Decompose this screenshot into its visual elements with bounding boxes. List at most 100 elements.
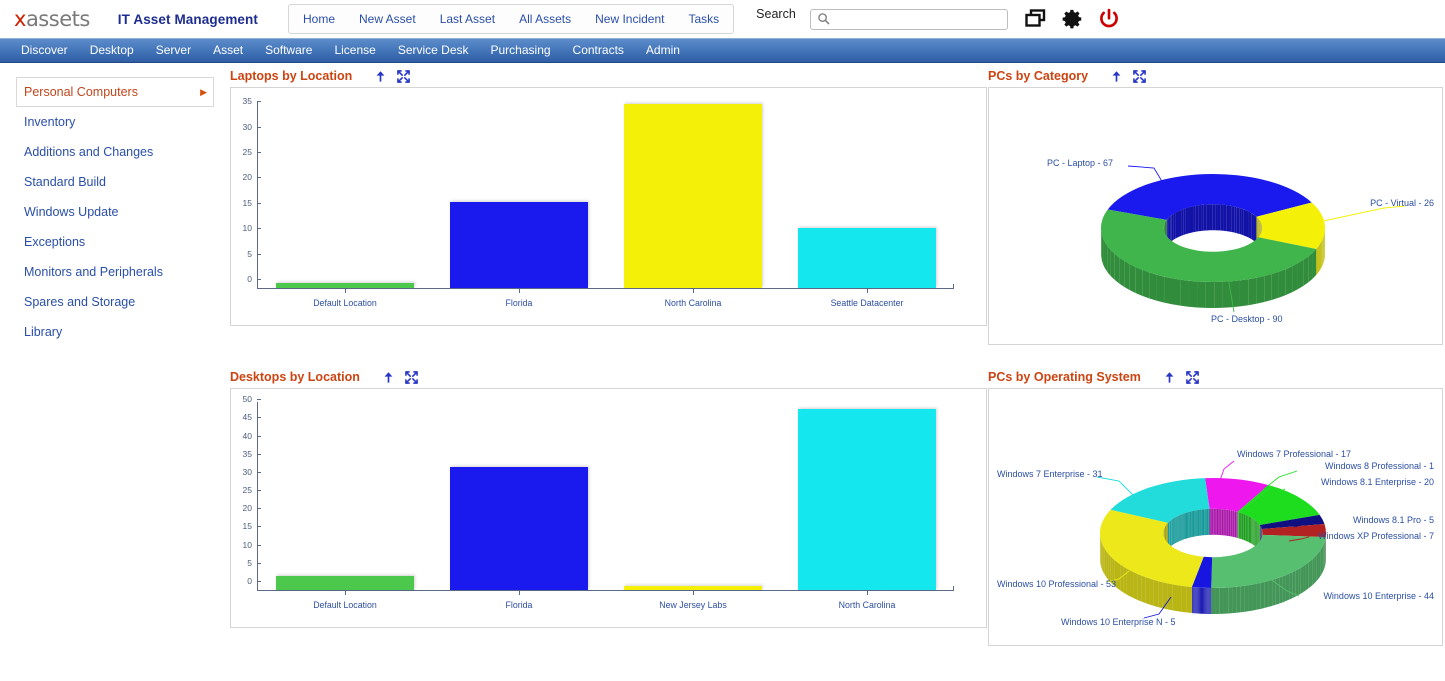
xassets-logo: xassets bbox=[14, 7, 90, 31]
bar-slot bbox=[258, 402, 432, 590]
primary-nav: Home New Asset Last Asset All Assets New… bbox=[287, 4, 735, 34]
sidebar-item-library[interactable]: Library bbox=[16, 317, 214, 347]
sidebar-item-label: Monitors and Peripherals bbox=[24, 265, 163, 279]
sidebar-item-inventory[interactable]: Inventory bbox=[16, 107, 214, 137]
page-title: IT Asset Management bbox=[117, 11, 258, 27]
bar[interactable] bbox=[798, 409, 936, 590]
bar-chart-desktops: 0 5 10 15 20 25 30 35 40 45 50 Default Location Flor… bbox=[231, 389, 986, 627]
y-axis-tick-label: 15 bbox=[243, 521, 262, 531]
search-icon bbox=[818, 13, 830, 25]
up-arrow-icon[interactable] bbox=[1110, 70, 1123, 83]
nav-link-last-asset[interactable]: Last Asset bbox=[428, 5, 507, 33]
nav-link-new-incident[interactable]: New Incident bbox=[583, 5, 676, 33]
panel-tools bbox=[374, 69, 411, 83]
logo-word: assets bbox=[25, 7, 90, 31]
menu-item-contracts[interactable]: Contracts bbox=[562, 39, 635, 62]
sidebar-item-monitors-and-peripherals[interactable]: Monitors and Peripherals bbox=[16, 257, 214, 287]
menu-item-purchasing[interactable]: Purchasing bbox=[480, 39, 562, 62]
pie-slice-label: Windows 8 Professional - 1 bbox=[1324, 461, 1434, 471]
power-icon[interactable] bbox=[1098, 8, 1120, 30]
bar[interactable] bbox=[798, 228, 936, 288]
up-arrow-icon[interactable] bbox=[1163, 371, 1176, 384]
nav-link-home[interactable]: Home bbox=[291, 5, 347, 33]
up-arrow-icon[interactable] bbox=[374, 70, 387, 83]
menu-item-service-desk[interactable]: Service Desk bbox=[387, 39, 480, 62]
bar[interactable] bbox=[450, 202, 588, 288]
sidebar-item-label: Standard Build bbox=[24, 175, 107, 189]
panel-pcs-by-category: PCs by Category PC - Laptop - 67 PC - Vir… bbox=[988, 65, 1443, 345]
x-axis-tick-label: New Jersey Labs bbox=[606, 591, 780, 610]
y-axis-tick-label: 35 bbox=[243, 449, 262, 459]
menu-item-discover[interactable]: Discover bbox=[10, 39, 79, 62]
y-axis-tick-label: 25 bbox=[243, 147, 262, 157]
sidebar-item-additions-and-changes[interactable]: Additions and Changes bbox=[16, 137, 214, 167]
search-box[interactable] bbox=[809, 8, 1008, 30]
bar[interactable] bbox=[450, 467, 588, 590]
bar[interactable] bbox=[276, 575, 414, 590]
y-axis-tick-label: 5 bbox=[247, 558, 261, 568]
bar-slot bbox=[606, 101, 780, 288]
panel-body: 0 5 10 15 20 25 30 35 Default Location Florida Nor… bbox=[230, 87, 987, 326]
bar[interactable] bbox=[624, 585, 762, 590]
expand-icon[interactable] bbox=[1133, 69, 1146, 83]
sidebar-item-label: Exceptions bbox=[24, 235, 86, 249]
pie-slice-label: Windows 10 Enterprise - 44 bbox=[1323, 591, 1434, 601]
bar-chart-laptops: 0 5 10 15 20 25 30 35 Default Location Florida Nor… bbox=[231, 88, 986, 325]
menu-item-asset[interactable]: Asset bbox=[202, 39, 254, 62]
expand-icon[interactable] bbox=[1185, 370, 1199, 384]
plot-area: 0 5 10 15 20 25 30 35 Default Location Florida Nor… bbox=[243, 96, 954, 308]
sidebar-item-spares-and-storage[interactable]: Spares and Storage bbox=[16, 287, 214, 317]
bar-series bbox=[258, 101, 954, 288]
x-axis-tick-label: Default Location bbox=[258, 591, 432, 610]
bar-slot bbox=[432, 402, 606, 590]
panel-title: Desktops by Location bbox=[230, 370, 360, 384]
sidebar-item-personal-computers[interactable]: Personal Computers ▶ bbox=[16, 77, 214, 107]
pie-slice-label: PC - Laptop - 67 bbox=[1047, 158, 1114, 168]
bar[interactable] bbox=[624, 103, 762, 288]
pie-slice-label: Windows 8.1 Pro - 5 bbox=[1352, 515, 1434, 525]
search-input[interactable] bbox=[831, 10, 1007, 28]
nav-link-tasks[interactable]: Tasks bbox=[676, 5, 731, 33]
bar-slot bbox=[432, 101, 606, 288]
y-axis-tick-label: 35 bbox=[243, 96, 262, 106]
sidebar-item-windows-update[interactable]: Windows Update bbox=[16, 197, 214, 227]
panel-laptops-by-location: Laptops by Location 0 5 10 15 20 25 30 35 Defaul… bbox=[230, 65, 987, 326]
x-axis-labels: Default Location Florida North Carolina Sea… bbox=[258, 289, 954, 308]
y-axis-tick-label: 45 bbox=[243, 412, 262, 422]
sidebar-item-label: Windows Update bbox=[24, 205, 119, 219]
pie-slice-label: Windows 7 Enterprise - 31 bbox=[997, 469, 1103, 479]
expand-icon[interactable] bbox=[405, 370, 418, 384]
sidebar-item-label: Additions and Changes bbox=[24, 145, 154, 159]
expand-icon[interactable] bbox=[397, 69, 411, 83]
bar-series bbox=[258, 402, 954, 590]
menu-item-software[interactable]: Software bbox=[254, 39, 323, 62]
panel-body: Windows 7 Professional - 17 Windows 8 Pro… bbox=[988, 388, 1443, 646]
sidebar-item-standard-build[interactable]: Standard Build bbox=[16, 167, 214, 197]
y-axis-tick-label: 40 bbox=[243, 431, 262, 441]
search-area: Search bbox=[756, 7, 1008, 30]
x-axis-tick-label: Seattle Datacenter bbox=[780, 289, 954, 308]
sidebar-item-label: Spares and Storage bbox=[24, 295, 136, 309]
x-axis-labels: Default Location Florida New Jersey Labs No… bbox=[258, 591, 954, 610]
bar[interactable] bbox=[276, 282, 414, 288]
menu-item-desktop[interactable]: Desktop bbox=[79, 39, 145, 62]
gear-icon[interactable] bbox=[1062, 8, 1084, 30]
up-arrow-icon[interactable] bbox=[382, 371, 395, 384]
panel-title: PCs by Category bbox=[988, 69, 1089, 83]
x-axis-tick-label: Florida bbox=[432, 289, 606, 308]
y-axis-tick-label: 20 bbox=[243, 503, 262, 513]
menu-item-server[interactable]: Server bbox=[145, 39, 202, 62]
logo-x-letter: x bbox=[14, 7, 26, 31]
top-header: xassets IT Asset Management Home New Ass… bbox=[0, 0, 1445, 38]
chevron-right-icon: ▶ bbox=[200, 86, 207, 97]
panel-body: 0 5 10 15 20 25 30 35 40 45 50 Default Location Flor… bbox=[230, 388, 987, 628]
nav-link-new-asset[interactable]: New Asset bbox=[347, 5, 428, 33]
sidebar-item-exceptions[interactable]: Exceptions bbox=[16, 227, 214, 257]
panel-header: PCs by Operating System bbox=[988, 366, 1443, 388]
windows-restore-icon[interactable] bbox=[1024, 9, 1048, 29]
panel-desktops-by-location: Desktops by Location 0 5 10 15 20 25 30 35 40 45 5… bbox=[230, 366, 987, 628]
nav-link-all-assets[interactable]: All Assets bbox=[507, 5, 583, 33]
x-axis-tick-label: Florida bbox=[432, 591, 606, 610]
menu-item-admin[interactable]: Admin bbox=[635, 39, 691, 62]
menu-item-license[interactable]: License bbox=[323, 39, 386, 62]
